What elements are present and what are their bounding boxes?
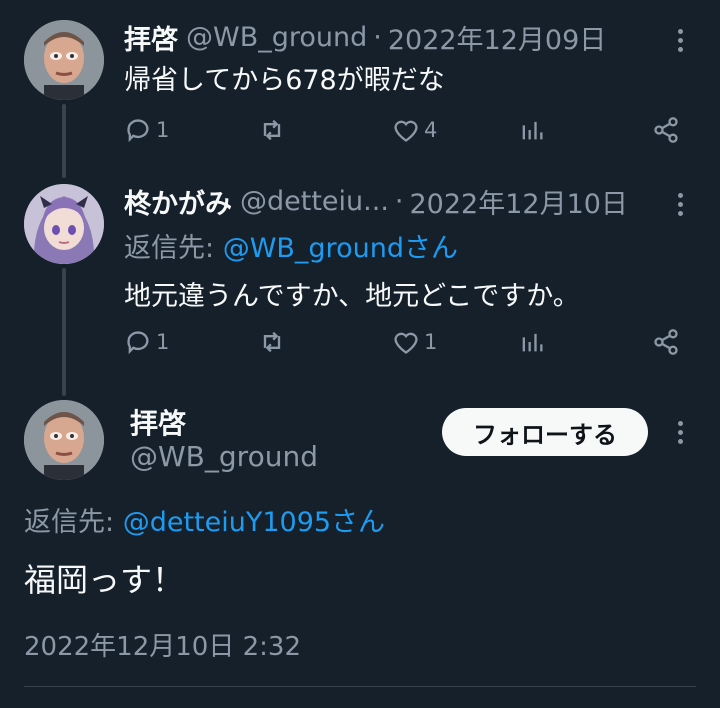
like-count: 4 (424, 118, 438, 142)
tweet-1[interactable]: 拝啓 @WB_ground · 2022年12月09日 帰省してから678が暇だ… (0, 18, 720, 168)
man-avatar-icon (24, 400, 104, 480)
more-icon[interactable] (670, 414, 690, 450)
thread-line (62, 104, 66, 178)
retweet-icon (263, 331, 281, 353)
follow-button[interactable]: フォローする (442, 408, 648, 456)
tweet-header: 拝啓 @WB_ground · 2022年12月09日 (124, 18, 606, 57)
reply-count: 1 (156, 330, 170, 354)
like-count: 1 (424, 330, 438, 354)
display-name[interactable]: 拝啓 (130, 402, 186, 442)
share-icon (654, 117, 678, 143)
tweet-2[interactable]: 柊かがみ @detteiu... · 2022年12月10日 返信先: @WB_… (0, 182, 720, 382)
anime-girl-avatar-icon (24, 184, 104, 264)
like-icon (394, 332, 418, 354)
user-handle[interactable]: @detteiu... (240, 186, 389, 217)
reply-icon (127, 331, 149, 355)
avatar[interactable] (24, 184, 104, 264)
share-button[interactable] (652, 112, 680, 148)
thread-line (62, 268, 66, 396)
share-icon (654, 329, 678, 355)
reply-button[interactable]: 1 (124, 112, 169, 148)
share-button[interactable] (652, 324, 680, 360)
reply-context: 返信先: @detteiuY1095さん (24, 500, 385, 539)
reply-target-link[interactable]: @detteiuY1095さん (123, 507, 385, 538)
avatar[interactable] (24, 20, 104, 100)
reply-target-link[interactable]: @WB_groundさん (223, 233, 458, 264)
reply-context: 返信先: @WB_groundさん (124, 226, 458, 265)
man-avatar-icon (24, 20, 104, 100)
display-name[interactable]: 柊かがみ (124, 182, 232, 221)
stats-icon (522, 121, 543, 140)
divider (24, 686, 696, 687)
tweet-actions: 1 1 (124, 324, 684, 360)
stats-button[interactable] (518, 324, 546, 360)
user-handle[interactable]: @WB_ground (186, 22, 367, 53)
more-icon[interactable] (670, 186, 690, 222)
reply-icon (127, 119, 149, 143)
reply-button[interactable]: 1 (124, 324, 169, 360)
tweet-actions: 1 4 (124, 112, 684, 148)
separator-dot: · (373, 21, 382, 53)
reply-prefix: 返信先: (124, 233, 215, 264)
separator-dot: · (394, 185, 404, 217)
tweet-date[interactable]: 2022年12月09日 (388, 18, 606, 57)
retweet-button[interactable] (258, 324, 290, 360)
avatar[interactable] (24, 400, 104, 480)
like-icon (394, 120, 418, 142)
reply-prefix: 返信先: (24, 507, 115, 538)
tweet-timestamp[interactable]: 2022年12月10日 2:32 (24, 626, 301, 663)
user-handle[interactable]: @WB_ground (130, 440, 318, 473)
stats-icon (522, 333, 543, 352)
retweet-icon (263, 119, 281, 141)
like-button[interactable]: 4 (392, 112, 437, 148)
tweet-date[interactable]: 2022年12月10日 (410, 182, 628, 221)
reply-count: 1 (156, 118, 170, 142)
tweet-text: 帰省してから678が暇だな (124, 65, 445, 96)
stats-button[interactable] (518, 112, 546, 148)
retweet-button[interactable] (258, 112, 290, 148)
tweet-text: 地元違うんですか、地元どこですか。 (124, 281, 580, 312)
more-icon[interactable] (670, 22, 690, 58)
tweet-header: 柊かがみ @detteiu... · 2022年12月10日 (124, 182, 628, 221)
display-name[interactable]: 拝啓 (124, 18, 178, 57)
tweet-text: 福岡っす！ (24, 561, 185, 599)
like-button[interactable]: 1 (392, 324, 437, 360)
